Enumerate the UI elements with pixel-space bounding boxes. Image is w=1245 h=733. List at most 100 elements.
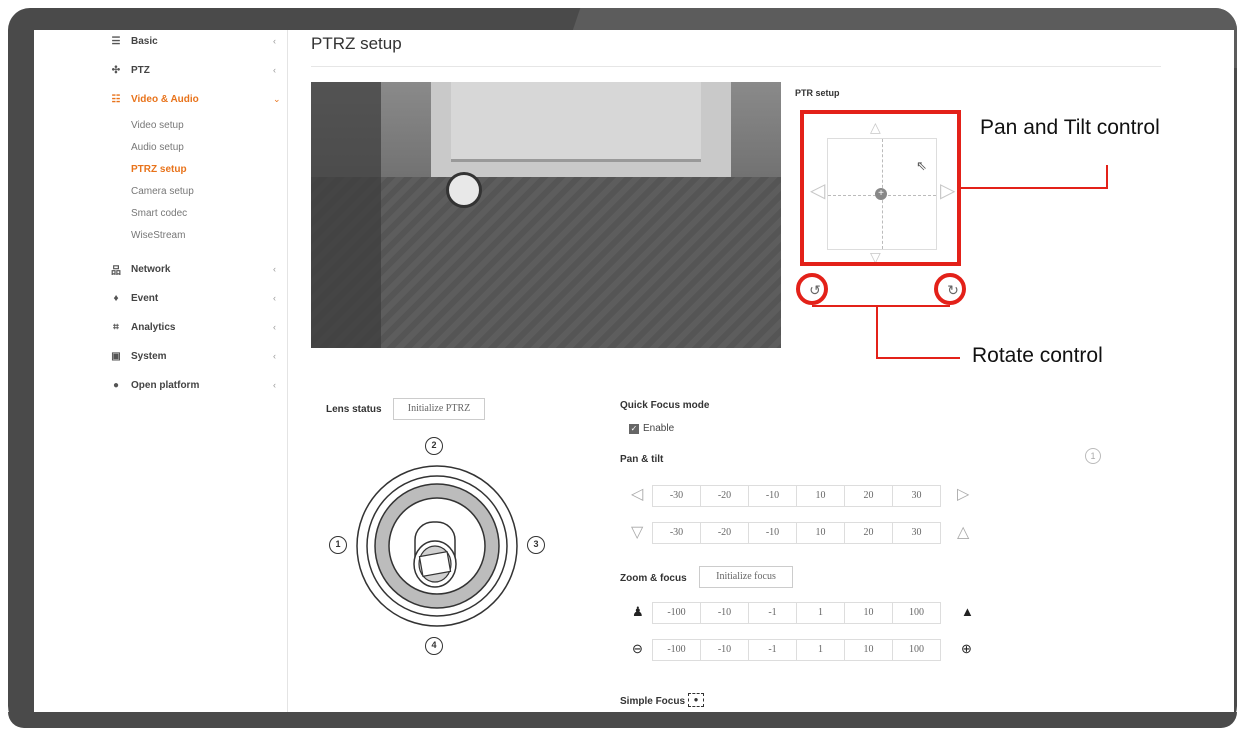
sidebar-subitem-camera-setup[interactable]: Camera setup: [131, 183, 194, 199]
pan-left-arrow-icon[interactable]: ◁: [631, 487, 643, 503]
sidebar: ☰ Basic ‹ ✣ PTZ ‹ ☷ Video & Audio ⌄ Vide…: [73, 30, 288, 712]
sidebar-item-system[interactable]: ▣ System ‹: [73, 347, 288, 365]
lens-marker-3: 3: [527, 536, 545, 554]
pan-right-arrow-icon[interactable]: ▷: [957, 487, 969, 503]
sidebar-item-basic[interactable]: ☰ Basic ‹: [73, 32, 288, 50]
analytics-icon: ⌗: [113, 321, 119, 333]
sidebar-item-analytics[interactable]: ⌗ Analytics ‹: [73, 318, 288, 336]
initialize-ptrz-button[interactable]: Initialize PTRZ: [393, 398, 485, 420]
video-object: [446, 172, 482, 208]
tilt-down-arrow-icon[interactable]: ▽: [631, 525, 643, 541]
bell-icon: ♦: [113, 292, 119, 304]
sidebar-item-video-audio[interactable]: ☷ Video & Audio ⌄: [73, 90, 288, 108]
focus-step-button[interactable]: 1: [796, 639, 845, 661]
video-preview[interactable]: [311, 82, 781, 348]
focus-near-icon[interactable]: ⊖: [632, 641, 643, 657]
chevron-left-icon: ‹: [273, 293, 276, 303]
tilt-step-button[interactable]: 20: [844, 522, 893, 544]
zoom-step-button[interactable]: -1: [748, 602, 797, 624]
chevron-left-icon: ‹: [273, 36, 276, 46]
quick-focus-label: Quick Focus mode: [620, 400, 710, 411]
tilt-step-button[interactable]: -30: [652, 522, 701, 544]
video-cabinet: [451, 82, 701, 162]
focus-step-button[interactable]: -100: [652, 639, 701, 661]
pan-step-button[interactable]: 30: [892, 485, 941, 507]
sidebar-subitem-audio-setup[interactable]: Audio setup: [131, 139, 184, 155]
video-floor: [311, 177, 781, 348]
tilt-step-button[interactable]: -20: [700, 522, 749, 544]
sidebar-item-label: Open platform: [131, 379, 200, 391]
move-icon: ✣: [111, 64, 121, 76]
open-platform-icon: ●: [112, 379, 120, 391]
simple-focus-label: Simple Focus: [620, 696, 686, 707]
network-icon: 品: [111, 265, 121, 277]
zoom-step-button[interactable]: -100: [652, 602, 701, 624]
list-icon: ☰: [111, 35, 121, 47]
callout-line: [1106, 165, 1108, 189]
title-divider: [311, 66, 1161, 67]
lens-status-label: Lens status: [326, 404, 382, 415]
pan-tilt-callout: Pan and Tilt control: [980, 116, 1160, 139]
initialize-focus-button[interactable]: Initialize focus: [699, 566, 793, 588]
chevron-down-icon: ⌄: [273, 93, 281, 104]
pan-step-button[interactable]: 20: [844, 485, 893, 507]
focus-far-icon[interactable]: ⊕: [961, 641, 972, 657]
info-marker: 1: [1085, 448, 1101, 464]
rotate-right-highlight: [934, 273, 966, 305]
callout-line: [876, 357, 960, 359]
sidebar-item-ptz[interactable]: ✣ PTZ ‹: [73, 61, 288, 79]
focus-step-button[interactable]: 100: [892, 639, 941, 661]
sidebar-item-network[interactable]: 品 Network ‹: [73, 260, 288, 278]
sidebar-item-label: System: [131, 350, 167, 362]
zoom-tele-icon[interactable]: ▲: [961, 604, 974, 620]
tilt-up-arrow-icon[interactable]: △: [957, 525, 969, 541]
sidebar-subitem-smart-codec[interactable]: Smart codec: [131, 205, 187, 221]
rotate-left-highlight: [796, 273, 828, 305]
zoom-step-button[interactable]: 100: [892, 602, 941, 624]
sidebar-item-label: PTZ: [131, 64, 150, 76]
zoom-focus-label: Zoom & focus: [620, 573, 687, 584]
pan-step-button[interactable]: -10: [748, 485, 797, 507]
sidebar-item-label: Network: [131, 263, 171, 275]
chevron-left-icon: ‹: [273, 264, 276, 274]
pan-step-button[interactable]: -20: [700, 485, 749, 507]
simple-focus-icon[interactable]: ●: [688, 693, 704, 707]
sidebar-item-open-platform[interactable]: ● Open platform ‹: [73, 376, 288, 394]
focus-step-button[interactable]: 10: [844, 639, 893, 661]
lens-diagram: [356, 465, 518, 627]
zoom-step-button[interactable]: 1: [796, 602, 845, 624]
callout-line: [961, 187, 1108, 189]
chevron-left-icon: ‹: [273, 322, 276, 332]
page-title: PTRZ setup: [311, 34, 402, 53]
sidebar-subitem-wisestream[interactable]: WiseStream: [131, 227, 185, 243]
focus-step-button[interactable]: -10: [700, 639, 749, 661]
zoom-step-button[interactable]: 10: [844, 602, 893, 624]
lens-marker-1: 1: [329, 536, 347, 554]
callout-line: [876, 305, 878, 359]
sidebar-item-event[interactable]: ♦ Event ‹: [73, 289, 288, 307]
zoom-wide-icon[interactable]: ♟: [632, 604, 644, 620]
sidebar-item-label: Video & Audio: [131, 93, 199, 105]
pan-tilt-highlight: [800, 110, 961, 266]
enable-checkbox[interactable]: ✓: [629, 424, 639, 434]
focus-step-row: -100 -10 -1 1 10 100: [652, 639, 941, 661]
video-shadow: [311, 82, 381, 348]
focus-step-button[interactable]: -1: [748, 639, 797, 661]
ptr-setup-label: PTR setup: [795, 88, 840, 98]
tilt-step-button[interactable]: -10: [748, 522, 797, 544]
tilt-step-button[interactable]: 30: [892, 522, 941, 544]
sidebar-item-label: Analytics: [131, 321, 176, 333]
callout-line: [812, 305, 950, 307]
system-icon: ▣: [111, 350, 121, 362]
sidebar-subitem-ptrz-setup[interactable]: PTRZ setup: [131, 161, 187, 177]
enable-checkbox-label: Enable: [643, 423, 675, 434]
sidebar-item-label: Basic: [131, 35, 158, 47]
pan-step-button[interactable]: -30: [652, 485, 701, 507]
zoom-step-button[interactable]: -10: [700, 602, 749, 624]
device-frame-bottom: [8, 712, 1237, 728]
pan-step-button[interactable]: 10: [796, 485, 845, 507]
tilt-step-button[interactable]: 10: [796, 522, 845, 544]
pan-step-row: -30 -20 -10 10 20 30: [652, 485, 941, 507]
sidebar-subitem-video-setup[interactable]: Video setup: [131, 117, 184, 133]
chevron-left-icon: ‹: [273, 351, 276, 361]
